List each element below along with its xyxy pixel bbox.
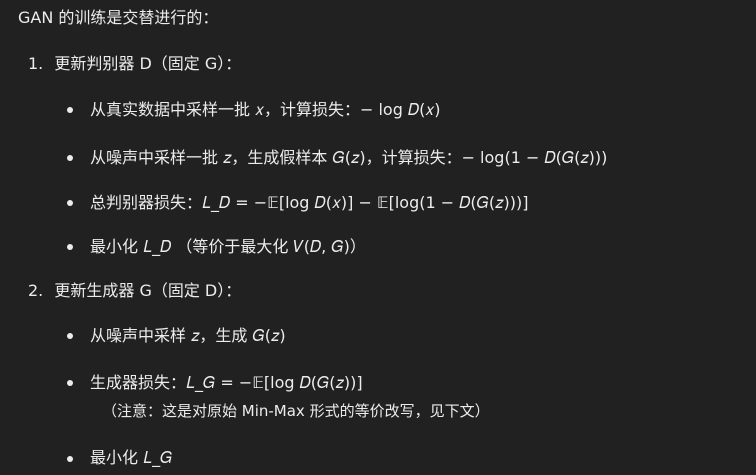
bullet-dot [67,380,73,386]
step-heading: 2. 更新生成器 G（固定 D）： [28,279,241,303]
list-item-note: （注意：这是对原始 Min-Max 形式的等价改写，见下文） [102,402,490,420]
bullet-dot [67,456,73,462]
bullet-dot [67,155,73,161]
step-number: 1. [28,54,44,73]
step-title: 更新生成器 G（固定 D）： [54,281,242,300]
intro-text: GAN 的训练是交替进行的： [18,8,219,27]
list-item-text: 生成器损失：𝐿_𝐺 = −𝔼[log 𝐷(𝐺(𝑧))] [90,373,363,392]
bullet-dot [67,244,73,250]
step-heading: 1. 更新判别器 D（固定 G）： [28,52,241,76]
step-title: 更新判别器 D（固定 G）： [54,54,242,73]
list-item: 最小化 𝐿_𝐷 （等价于最大化 𝑉(𝐷, 𝐺)） [90,235,366,259]
list-item-text: 从噪声中采样一批 𝑧，生成假样本 𝐺(𝑧)，计算损失：− log(1 − 𝐷(𝐺… [90,148,608,167]
list-item-text: 总判别器损失：𝐿_𝐷 = −𝔼[log 𝐷(𝑥)] − 𝔼[log(1 − 𝐷(… [90,193,529,212]
bullet-dot [67,107,73,113]
list-item: 从真实数据中采样一批 𝑥，计算损失：− log 𝐷(𝑥) [90,98,441,122]
bullet-dot [67,200,73,206]
list-item: 总判别器损失：𝐿_𝐷 = −𝔼[log 𝐷(𝑥)] − 𝔼[log(1 − 𝐷(… [90,191,528,215]
step-number: 2. [28,281,44,300]
list-item-text: 最小化 𝐿_𝐷 （等价于最大化 𝑉(𝐷, 𝐺)） [90,237,366,256]
list-item: 从噪声中采样一批 𝑧，生成假样本 𝐺(𝑧)，计算损失：− log(1 − 𝐷(𝐺… [90,146,607,170]
list-item: 生成器损失：𝐿_𝐺 = −𝔼[log 𝐷(𝐺(𝑧))] [90,371,363,395]
list-item-text: 最小化 𝐿_𝐺 [90,448,173,467]
list-item: 最小化 𝐿_𝐺 [90,446,172,470]
list-item-text: 从真实数据中采样一批 𝑥，计算损失：− log 𝐷(𝑥) [90,100,441,119]
list-item-text: 从噪声中采样 𝑧，生成 𝐺(𝑧) [90,326,286,345]
bullet-dot [67,333,73,339]
list-item: 从噪声中采样 𝑧，生成 𝐺(𝑧) [90,324,286,348]
